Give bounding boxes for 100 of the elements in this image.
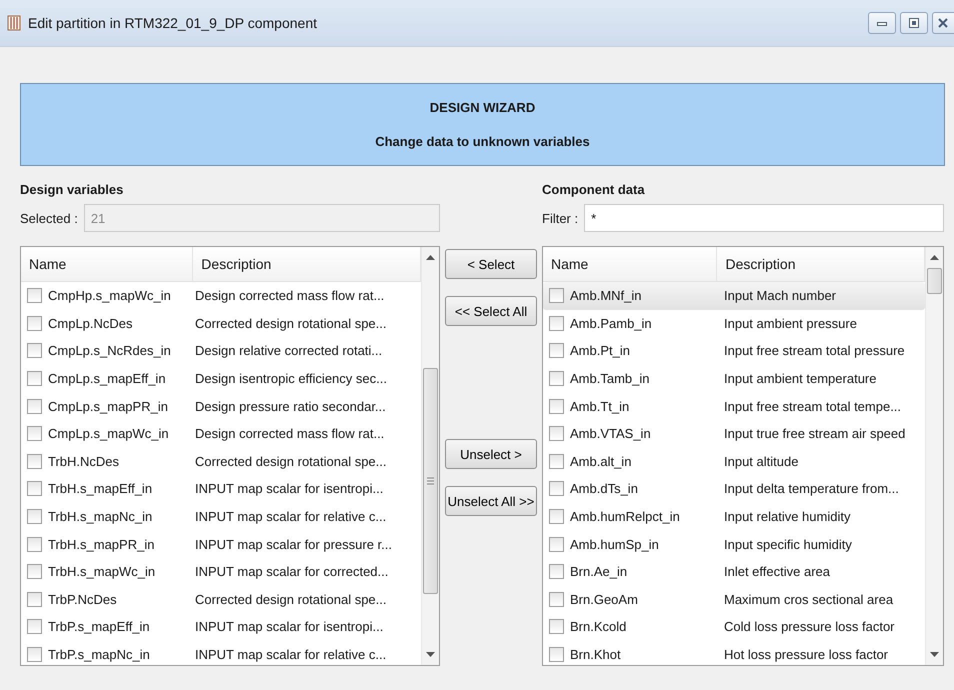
variable-description: Input relative humidity bbox=[724, 509, 850, 524]
checkbox[interactable] bbox=[27, 343, 42, 358]
checkbox[interactable] bbox=[549, 592, 564, 607]
checkbox[interactable] bbox=[27, 619, 42, 634]
variable-description: Design corrected mass flow rat... bbox=[195, 288, 384, 304]
list-row[interactable]: Amb.dTs_in Input delta temperature from... bbox=[543, 475, 925, 503]
list-row[interactable]: CmpHp.s_mapWc_in Design corrected mass flow rat... bbox=[21, 282, 421, 310]
variable-name: CmpLp.s_mapEff_in bbox=[48, 371, 166, 386]
variable-description: Input true free stream air speed bbox=[724, 426, 906, 442]
banner-title: DESIGN WIZARD bbox=[430, 100, 536, 115]
checkbox[interactable] bbox=[27, 536, 42, 552]
scroll-down-icon[interactable] bbox=[930, 652, 939, 657]
transfer-button[interactable]: Unselect All >> bbox=[445, 486, 537, 516]
checkbox[interactable] bbox=[549, 316, 564, 331]
list-row[interactable]: CmpLp.s_NcRdes_in Design relative corrected rotati... bbox=[21, 337, 421, 365]
list-row[interactable]: Amb.Pamb_in Input ambient pressure bbox=[543, 310, 925, 338]
variable-name: Brn.Kcold bbox=[570, 619, 626, 634]
list-row[interactable]: Brn.GeoAm Maximum cros sectional area bbox=[543, 586, 925, 614]
scroll-thumb[interactable] bbox=[423, 368, 438, 594]
close-button[interactable] bbox=[932, 12, 954, 34]
list-row[interactable]: CmpLp.s_mapPR_in Design pressure ratio secondar... bbox=[21, 392, 421, 420]
list-row[interactable]: Amb.Pt_in Input free stream total pressure bbox=[543, 337, 925, 365]
scroll-up-icon[interactable] bbox=[426, 255, 435, 260]
checkbox[interactable] bbox=[549, 371, 564, 386]
checkbox[interactable] bbox=[27, 316, 42, 331]
variable-description: Design corrected mass flow rat... bbox=[195, 426, 384, 442]
checkbox[interactable] bbox=[549, 398, 564, 414]
variable-name: TrbP.s_mapEff_in bbox=[48, 619, 150, 634]
checkbox[interactable] bbox=[27, 426, 42, 442]
variable-description: INPUT map scalar for pressure r... bbox=[195, 536, 392, 552]
list-row[interactable]: Amb.Tamb_in Input ambient temperature bbox=[543, 364, 925, 392]
variable-name: Amb.humRelpct_in bbox=[570, 509, 680, 524]
scrollbar[interactable] bbox=[925, 247, 943, 665]
list-row[interactable]: TrbH.s_mapPR_in INPUT map scalar for pressure r... bbox=[21, 530, 421, 558]
checkbox[interactable] bbox=[549, 454, 564, 469]
checkbox[interactable] bbox=[27, 454, 42, 469]
list-row[interactable]: Amb.humRelpct_in Input relative humidity bbox=[543, 502, 925, 530]
list-row[interactable]: CmpLp.s_mapWc_in Design corrected mass flow rat... bbox=[21, 420, 421, 448]
checkbox[interactable] bbox=[27, 481, 42, 496]
checkbox[interactable] bbox=[549, 536, 564, 552]
column-header[interactable]: Name bbox=[21, 247, 194, 281]
list-row[interactable]: TrbH.NcDes Corrected design rotational spe... bbox=[21, 448, 421, 476]
scroll-up-icon[interactable] bbox=[930, 255, 939, 260]
checkbox[interactable] bbox=[549, 481, 564, 496]
filter-field[interactable]: * bbox=[584, 204, 944, 232]
list-row[interactable]: TrbP.s_mapEff_in INPUT map scalar for isentropi... bbox=[21, 613, 421, 641]
checkbox[interactable] bbox=[549, 647, 564, 662]
variable-description: Design isentropic efficiency sec... bbox=[195, 371, 387, 386]
checkbox[interactable] bbox=[549, 288, 564, 304]
checkbox[interactable] bbox=[27, 509, 42, 524]
list-row[interactable]: Amb.MNf_in Input Mach number bbox=[543, 282, 925, 310]
list-row[interactable]: Brn.Ae_in Inlet effective area bbox=[543, 558, 925, 586]
checkbox[interactable] bbox=[549, 343, 564, 358]
minimize-icon bbox=[877, 20, 887, 26]
variable-name: Brn.GeoAm bbox=[570, 592, 638, 607]
list-row[interactable]: Brn.Khot Hot loss pressure loss factor bbox=[543, 640, 925, 665]
list-row[interactable]: TrbH.s_mapWc_in INPUT map scalar for corrected... bbox=[21, 558, 421, 586]
checkbox[interactable] bbox=[27, 288, 42, 304]
transfer-button[interactable]: << Select All bbox=[445, 296, 537, 326]
variable-description: Input altitude bbox=[724, 454, 798, 469]
list-row[interactable]: TrbH.s_mapNc_in INPUT map scalar for relative c... bbox=[21, 502, 421, 530]
list-row[interactable]: Amb.Tt_in Input free stream total tempe... bbox=[543, 392, 925, 420]
grip-icon bbox=[427, 477, 434, 485]
list-row[interactable]: Amb.humSp_in Input specific humidity bbox=[543, 530, 925, 558]
variable-name: CmpLp.s_NcRdes_in bbox=[48, 343, 171, 358]
variable-description: Input delta temperature from... bbox=[724, 481, 899, 496]
list-row[interactable]: Amb.VTAS_in Input true free stream air speed bbox=[543, 420, 925, 448]
variable-name: CmpLp.s_mapWc_in bbox=[48, 426, 169, 442]
checkbox[interactable] bbox=[27, 592, 42, 607]
variable-name: Amb.alt_in bbox=[570, 454, 632, 469]
minimize-button[interactable] bbox=[868, 12, 896, 34]
variable-name: Amb.Tamb_in bbox=[570, 371, 650, 386]
list-row[interactable]: TrbP.NcDes Corrected design rotational spe... bbox=[21, 586, 421, 614]
field-label: Filter : bbox=[542, 210, 578, 226]
column-header[interactable]: Name bbox=[543, 247, 718, 281]
maximize-button[interactable] bbox=[900, 12, 928, 34]
checkbox[interactable] bbox=[27, 371, 42, 386]
scrollbar[interactable] bbox=[421, 247, 439, 665]
checkbox[interactable] bbox=[549, 426, 564, 442]
transfer-button[interactable]: < Select bbox=[445, 249, 537, 279]
list-row[interactable]: CmpLp.s_mapEff_in Design isentropic efficiency sec... bbox=[21, 364, 421, 392]
scroll-thumb[interactable] bbox=[927, 268, 942, 294]
list-row[interactable]: CmpLp.NcDes Corrected design rotational spe... bbox=[21, 310, 421, 338]
variable-name: TrbH.NcDes bbox=[48, 454, 120, 469]
checkbox[interactable] bbox=[549, 509, 564, 524]
variable-description: Corrected design rotational spe... bbox=[195, 592, 386, 607]
list-row[interactable]: Amb.alt_in Input altitude bbox=[543, 448, 925, 476]
checkbox[interactable] bbox=[27, 647, 42, 662]
list-row[interactable]: Brn.Kcold Cold loss pressure loss factor bbox=[543, 613, 925, 641]
variable-description: Maximum cros sectional area bbox=[724, 592, 894, 607]
list-row[interactable]: TrbH.s_mapEff_in INPUT map scalar for isentropi... bbox=[21, 475, 421, 503]
transfer-button[interactable]: Unselect > bbox=[445, 439, 537, 469]
checkbox[interactable] bbox=[27, 564, 42, 580]
list-row[interactable]: TrbP.s_mapNc_in INPUT map scalar for relative c... bbox=[21, 640, 421, 665]
checkbox[interactable] bbox=[549, 564, 564, 580]
checkbox[interactable] bbox=[27, 398, 42, 414]
variable-description: Cold loss pressure loss factor bbox=[724, 619, 895, 634]
checkbox[interactable] bbox=[549, 619, 564, 634]
scroll-down-icon[interactable] bbox=[426, 652, 435, 657]
variable-name: Amb.Pt_in bbox=[570, 343, 630, 358]
